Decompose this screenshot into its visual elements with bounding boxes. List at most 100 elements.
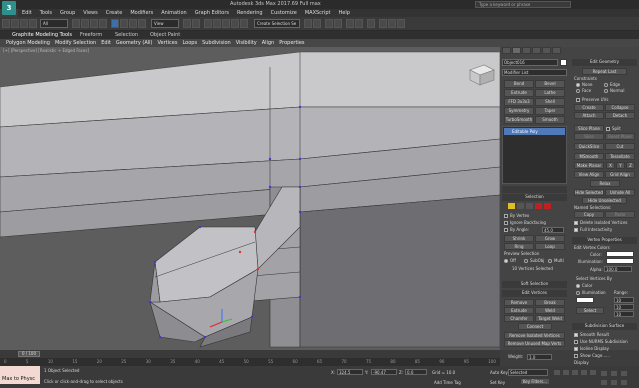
ribbon-loops[interactable]: Loops xyxy=(182,40,197,46)
previous-frame-icon[interactable] xyxy=(562,369,570,376)
tab-graphite-modeling[interactable]: Graphite Modeling Tools xyxy=(12,32,72,38)
field-of-view-icon[interactable] xyxy=(610,379,618,386)
constraint-edge-radio[interactable]: Edge xyxy=(604,82,620,87)
tab-object-paint[interactable]: Object Paint xyxy=(150,32,180,38)
tessellate-button[interactable]: Tessellate xyxy=(605,153,635,160)
angle-snap-icon[interactable] xyxy=(222,19,230,28)
preview-off-radio[interactable]: Off xyxy=(504,258,516,263)
repeat-last-button[interactable]: Repeat Last xyxy=(582,68,627,75)
selection-rollout-header[interactable]: Selection xyxy=(502,194,567,201)
stack-item-editable-poly[interactable]: Editable Poly xyxy=(504,128,565,135)
modifier-taper-button[interactable]: Taper xyxy=(535,107,565,115)
zoom-all-icon[interactable] xyxy=(600,379,608,386)
x-coord-field[interactable]: 324.5 xyxy=(337,369,363,375)
menu-customize[interactable]: Customize xyxy=(271,10,297,16)
vertex-properties-header[interactable]: Vertex Properties xyxy=(572,237,637,244)
create-button[interactable]: Create xyxy=(574,104,604,111)
app-logo-icon[interactable]: 3 xyxy=(2,1,16,15)
make-planar-button[interactable]: Make Planar xyxy=(574,162,604,169)
mirror-icon[interactable] xyxy=(304,19,312,28)
split-checkbox[interactable]: Split xyxy=(606,126,621,131)
modifier-shell-button[interactable]: Shell xyxy=(535,98,565,106)
render-setup-icon[interactable] xyxy=(379,19,387,28)
key-filters-button[interactable]: Key Filters... xyxy=(520,378,550,385)
extrude-vertex-button[interactable]: Extrude xyxy=(504,307,534,314)
menu-rendering[interactable]: Rendering xyxy=(237,10,263,16)
select-by-illumination-radio[interactable]: Illumination xyxy=(576,290,606,295)
select-by-color-radio[interactable]: Color xyxy=(576,283,592,288)
rect-selection-icon[interactable] xyxy=(90,19,98,28)
break-button[interactable]: Break xyxy=(535,299,565,306)
preserve-uvs-checkbox[interactable]: Preserve UVs xyxy=(576,97,608,102)
target-weld-button[interactable]: Target Weld xyxy=(535,315,565,322)
by-vertex-option[interactable]: By Vertex xyxy=(504,213,529,218)
full-interactivity-checkbox[interactable]: Full Interactivity xyxy=(574,227,612,232)
ribbon-geometry[interactable]: Geometry (All) xyxy=(116,40,153,46)
planar-z-button[interactable]: Z xyxy=(626,162,635,169)
subdivision-surface-header[interactable]: Subdivision Surface xyxy=(572,323,637,330)
remove-unused-map-button[interactable]: Remove Unused Map Verts xyxy=(504,340,565,347)
motion-tab-icon[interactable] xyxy=(532,47,541,54)
remove-button[interactable]: Remove xyxy=(504,299,534,306)
select-by-name-icon[interactable] xyxy=(81,19,89,28)
link-icon[interactable] xyxy=(20,19,28,28)
redo-icon[interactable] xyxy=(11,19,19,28)
percent-snap-icon[interactable] xyxy=(231,19,239,28)
planar-x-button[interactable]: X xyxy=(606,162,615,169)
z-coord-field[interactable]: 0.0 xyxy=(405,369,427,375)
unhide-all-button[interactable]: Unhide All xyxy=(605,189,635,196)
quickslice-button[interactable]: QuickSlice xyxy=(574,143,604,150)
modifier-ffd-button[interactable]: FFD 3x3x3 xyxy=(504,98,534,106)
hide-unselected-button[interactable]: Hide Unselected xyxy=(582,197,627,204)
select-icon[interactable] xyxy=(72,19,80,28)
ribbon-vertices[interactable]: Vertices xyxy=(158,40,178,46)
soft-selection-rollout-header[interactable]: Soft Selection xyxy=(502,281,567,288)
weight-field[interactable]: 1.0 xyxy=(527,354,552,360)
go-to-start-icon[interactable] xyxy=(553,369,561,376)
hierarchy-tab-icon[interactable] xyxy=(522,47,531,54)
edge-mode-icon[interactable] xyxy=(517,203,524,209)
move-icon[interactable] xyxy=(111,19,119,28)
y-coord-field[interactable]: -90.47 xyxy=(371,369,397,375)
modifier-turbosmooth-button[interactable]: TurboSmooth xyxy=(504,116,534,124)
vertex-color-swatch[interactable] xyxy=(606,251,634,257)
selection-filter-dropdown[interactable]: All xyxy=(40,19,68,28)
maxscript-listener-top[interactable] xyxy=(0,366,40,375)
cut-button[interactable]: Cut xyxy=(605,143,635,150)
select-button[interactable]: Select xyxy=(576,307,604,314)
keyboard-shortcut-icon[interactable] xyxy=(204,19,212,28)
ribbon-visibility[interactable]: Visibility xyxy=(236,40,257,46)
illumination-swatch[interactable] xyxy=(606,258,634,264)
modifier-smooth-button[interactable]: Smooth xyxy=(535,116,565,124)
attach-button[interactable]: Attach xyxy=(574,112,604,119)
tab-freeform[interactable]: Freeform xyxy=(80,32,102,38)
ignore-backfacing-option[interactable]: Ignore Backfacing xyxy=(504,220,546,225)
show-cage-checkbox[interactable]: Show Cage...... xyxy=(574,353,610,358)
shrink-button[interactable]: Shrink xyxy=(504,235,534,242)
modifier-bevel-button[interactable]: Bevel xyxy=(535,80,565,88)
preview-subobj-radio[interactable]: SubObj xyxy=(524,258,544,263)
menu-edit[interactable]: Edit xyxy=(22,10,32,16)
go-to-end-icon[interactable] xyxy=(589,369,597,376)
by-angle-field[interactable]: 45.0 xyxy=(542,227,564,233)
polygon-mode-icon[interactable] xyxy=(535,203,542,209)
selected-dropdown[interactable]: Selected xyxy=(508,369,548,376)
range-r-field[interactable]: 10 xyxy=(614,297,634,303)
menu-animation[interactable]: Animation xyxy=(161,10,187,16)
menu-modifiers[interactable]: Modifiers xyxy=(130,10,153,16)
range-b-field[interactable]: 10 xyxy=(614,311,634,317)
connect-button[interactable]: Connect xyxy=(518,323,552,330)
track-bar[interactable]: 0 5 10 15 20 25 30 35 40 45 50 55 60 65 … xyxy=(0,358,500,366)
smooth-result-checkbox[interactable]: Smooth Result xyxy=(574,332,609,337)
pan-icon[interactable] xyxy=(610,370,618,377)
collapse-button[interactable]: Collapse xyxy=(605,104,635,111)
detach-button[interactable]: Detach xyxy=(605,112,635,119)
remove-isolated-button[interactable]: Remove Isolated Vertices xyxy=(504,332,565,339)
grow-button[interactable]: Grow xyxy=(535,235,565,242)
msmooth-button[interactable]: MSmooth xyxy=(574,153,604,160)
menu-tools[interactable]: Tools xyxy=(40,10,52,16)
spinner-snap-icon[interactable] xyxy=(240,19,248,28)
constraint-normal-radio[interactable]: Normal xyxy=(604,88,624,93)
select-color-swatch[interactable] xyxy=(576,297,594,303)
add-time-tag[interactable]: Add Time Tag xyxy=(434,380,461,385)
